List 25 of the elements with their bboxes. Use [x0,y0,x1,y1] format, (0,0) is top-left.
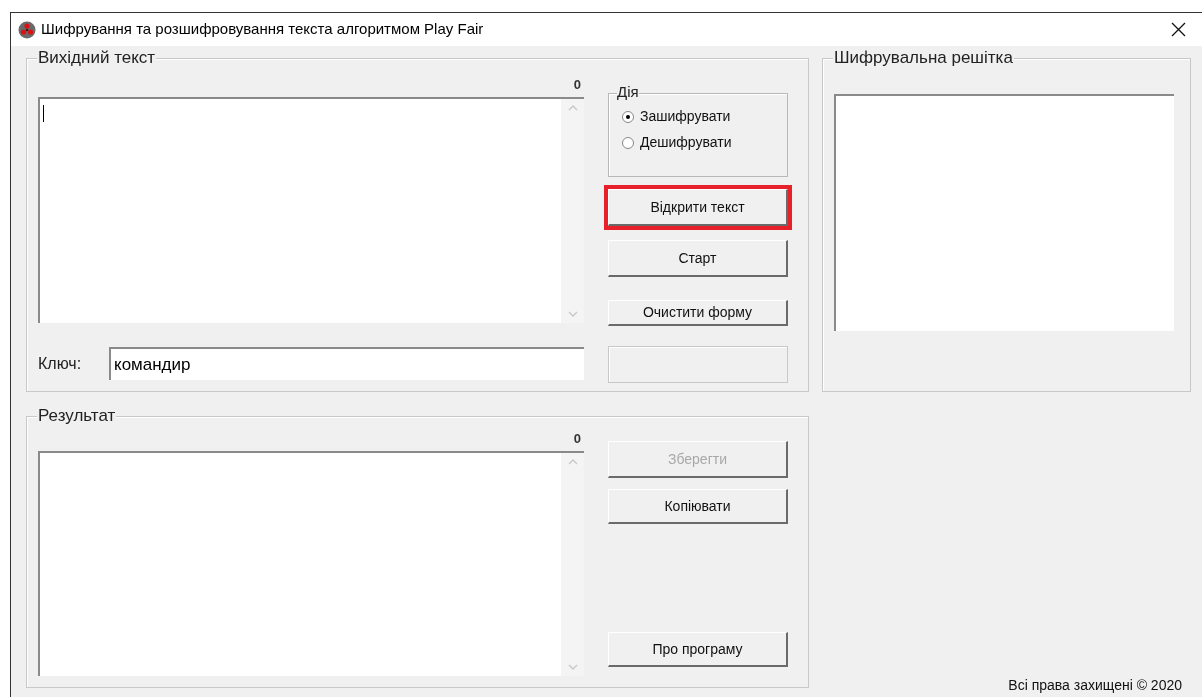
text-area[interactable] [38,97,584,323]
key-label: Ключ: [38,353,83,374]
key-field[interactable]: командир [109,347,584,380]
radio-label[interactable]: Зашифрувати [640,106,731,127]
group-title: Дія [617,83,639,101]
radio-button[interactable] [622,136,634,149]
radio-button[interactable] [622,110,634,123]
action-button[interactable]: Копіювати [608,489,788,524]
group-title: Шифрувальна решітка [833,48,1014,68]
scrollbar[interactable] [561,453,584,676]
action-button[interactable]: Відкрити текст [608,189,788,226]
action-button[interactable]: Очистити форму [608,300,788,326]
scrollbar[interactable] [561,99,584,323]
action-button[interactable]: Про програму [608,632,788,667]
character-counter: 0 [573,76,581,94]
group-title: Вихідний текст [37,48,157,68]
text-area[interactable] [38,451,584,676]
radio-label[interactable]: Дешифрувати [640,132,732,153]
copyright-text: Всі права захищені © 2020 [1008,676,1182,695]
window-title: Шифрування та розшифровування текста алгоритмом Play Fair [41,19,484,40]
action-button[interactable]: Старт [608,240,788,277]
close-icon[interactable] [1171,22,1186,37]
group-title: Результат [37,406,117,426]
character-counter: 0 [573,430,581,448]
app-icon [18,20,36,39]
